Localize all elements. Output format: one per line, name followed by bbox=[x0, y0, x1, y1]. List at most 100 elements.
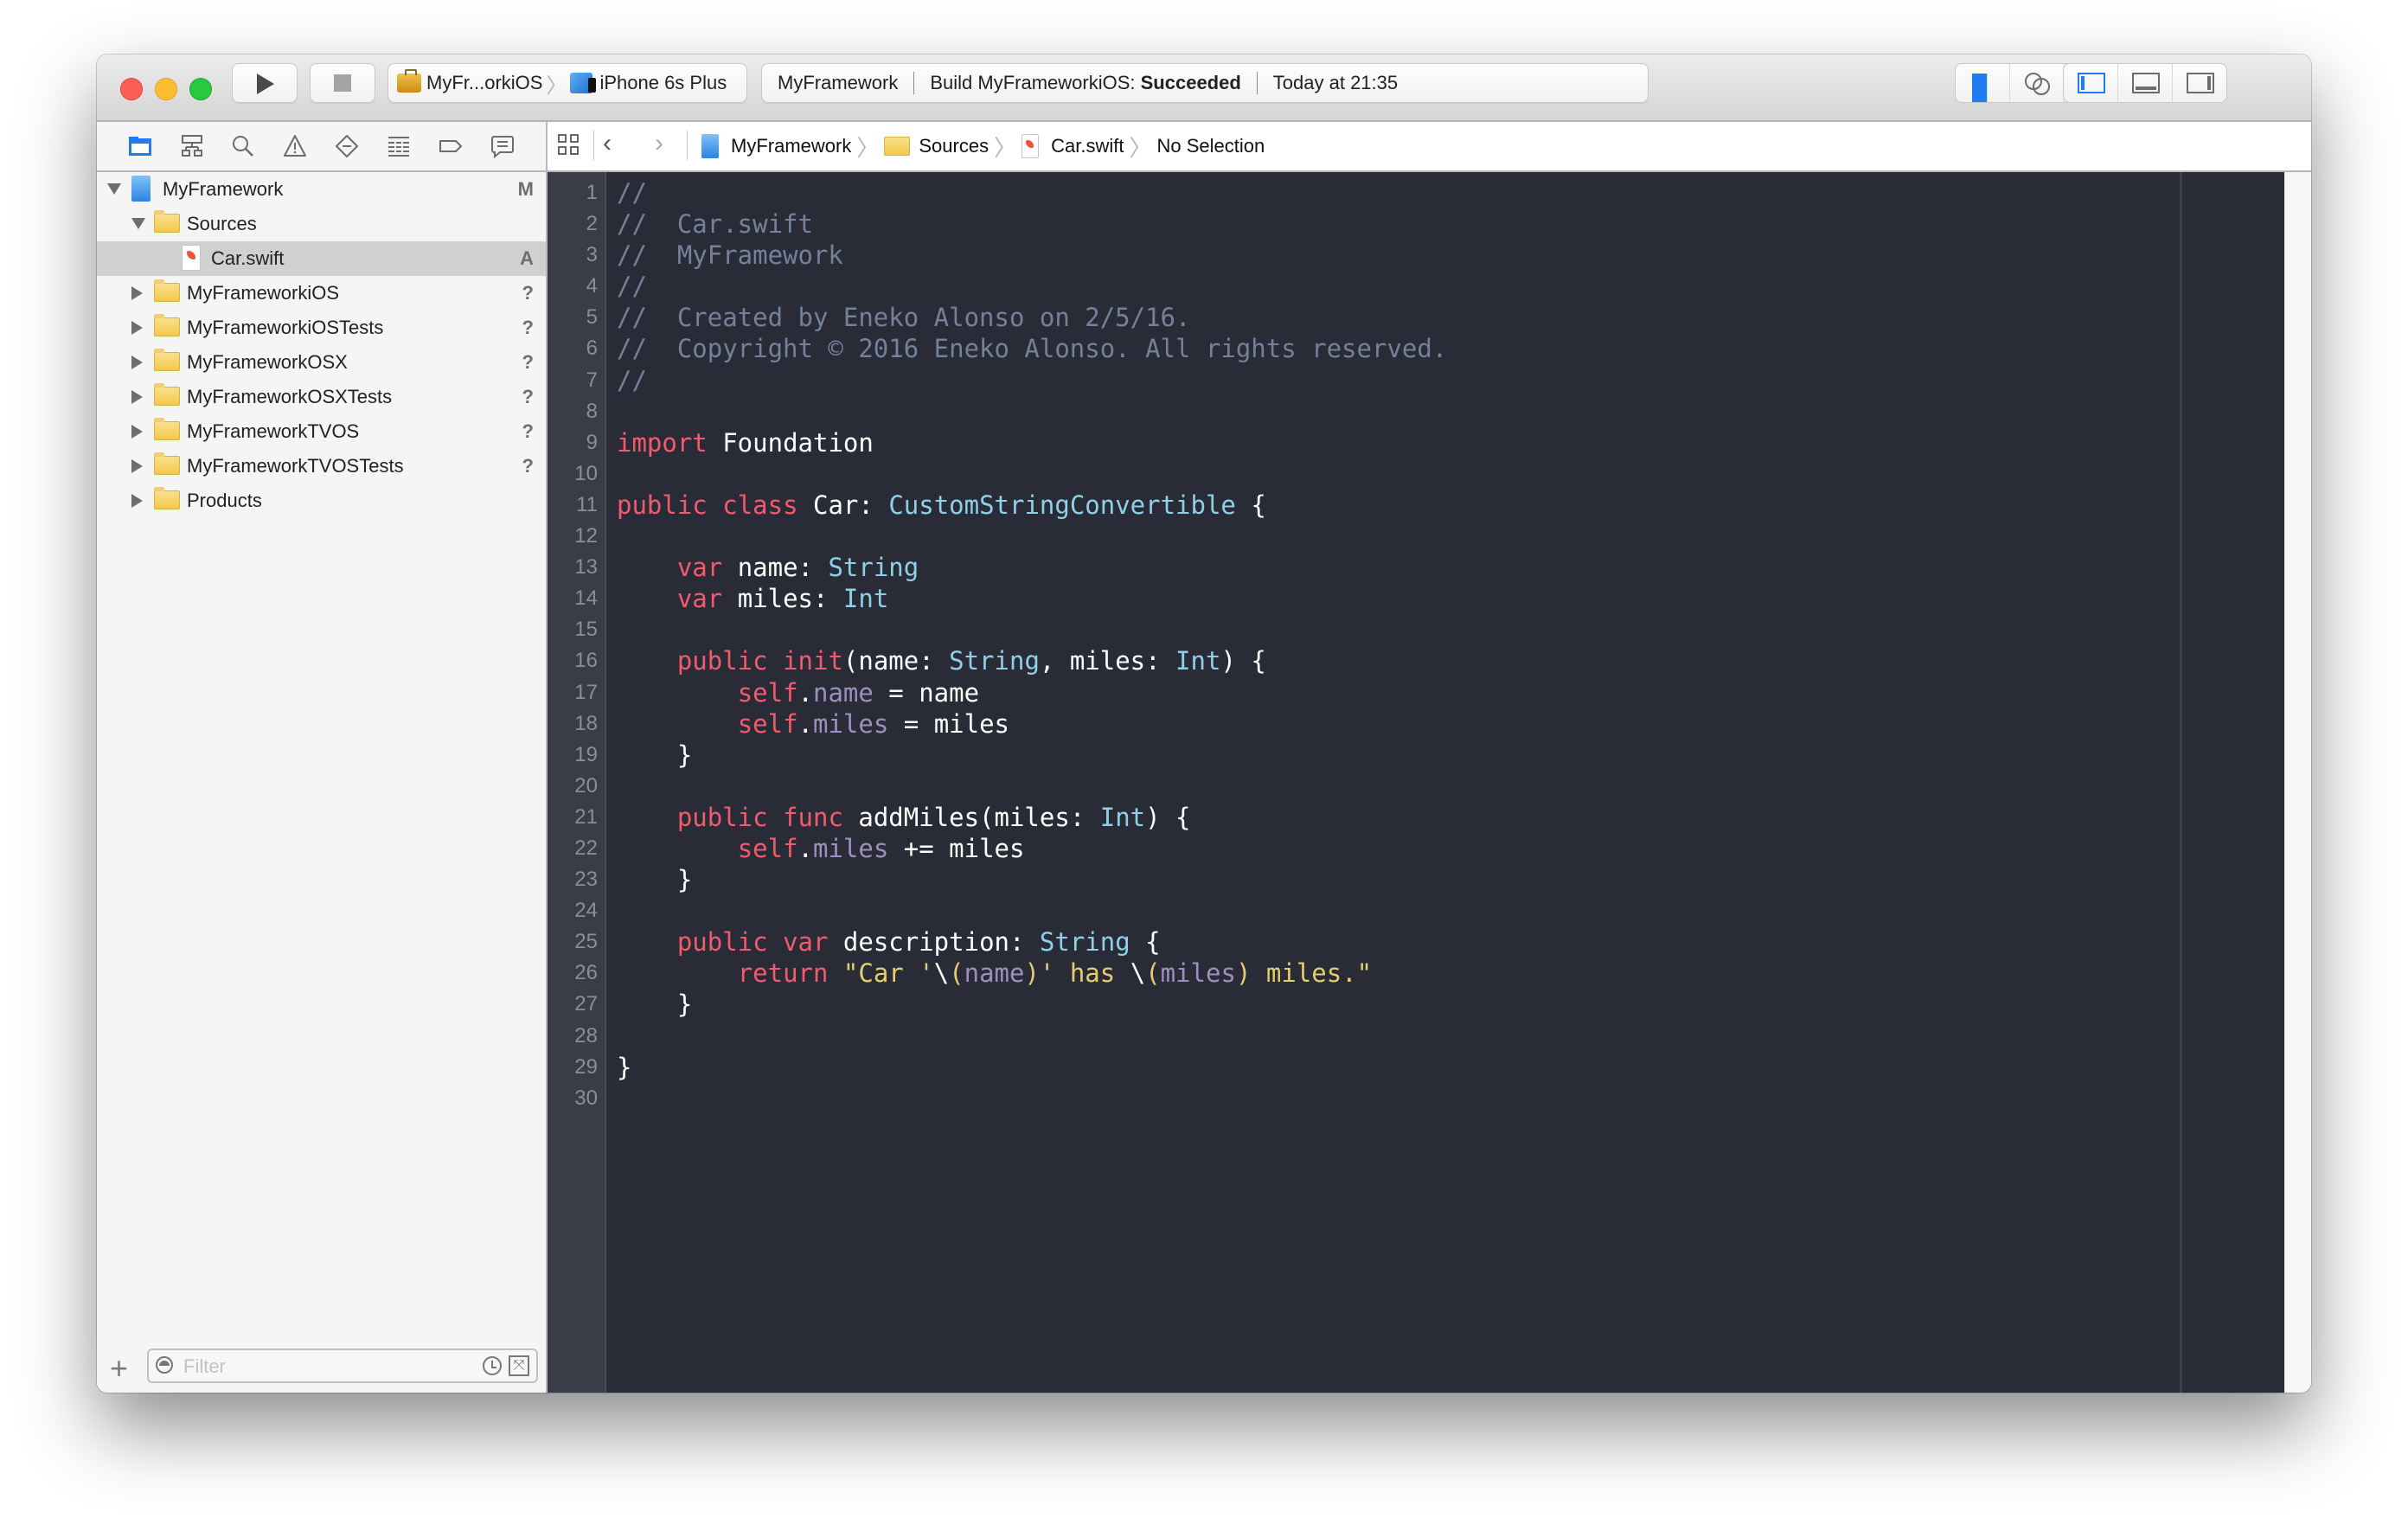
test-navigator-tab-diamond-icon[interactable] bbox=[335, 134, 359, 158]
code-line: 6 // Copyright © 2016 Eneko Alonso. All r… bbox=[548, 333, 2174, 364]
issue-navigator-tab-warning-icon[interactable] bbox=[283, 134, 307, 158]
back-arrow-icon[interactable]: ‹ bbox=[603, 129, 612, 158]
file-tree-item[interactable]: Products bbox=[97, 484, 546, 518]
code-line: 13 var name: String bbox=[548, 552, 2174, 583]
disclosure-collapsed-icon[interactable] bbox=[131, 459, 143, 473]
file-tree-item[interactable]: MyFrameworkOSXTests? bbox=[97, 380, 546, 414]
code-line: 30 bbox=[548, 1083, 2174, 1114]
breadcrumb-folder[interactable]: Sources bbox=[919, 135, 989, 157]
scheme-target[interactable]: MyFr...orkiOS bbox=[426, 72, 542, 94]
code-text: public class Car: CustomStringConvertibl… bbox=[617, 490, 1266, 521]
file-tree-item[interactable]: MyFrameworkiOS? bbox=[97, 276, 546, 311]
line-number: 13 bbox=[574, 555, 598, 580]
code-token-kw: import bbox=[617, 427, 708, 458]
code-token-prop: name bbox=[813, 677, 874, 708]
toolbar: MyFr...orkiOS 〉 iPhone 6s Plus MyFramewo… bbox=[97, 54, 2311, 122]
activity-status: Build MyFrameworkiOS: Succeeded bbox=[914, 72, 1256, 94]
zoom-window-button[interactable] bbox=[189, 78, 212, 100]
toggle-utilities-button[interactable] bbox=[2173, 64, 2226, 102]
code-text: self.name = name bbox=[617, 677, 979, 708]
disclosure-collapsed-icon[interactable] bbox=[131, 286, 143, 300]
file-tree-item[interactable]: Car.swift A bbox=[97, 241, 546, 276]
file-tree-item[interactable]: MyFrameworkiOSTests? bbox=[97, 311, 546, 345]
report-navigator-tab-speech-bubble-icon[interactable] bbox=[490, 134, 515, 158]
file-tree-item-label: MyFrameworkiOS bbox=[187, 282, 340, 304]
file-tree-item[interactable]: MyFrameworkTVOS? bbox=[97, 414, 546, 449]
file-tree-item[interactable]: Sources bbox=[97, 207, 546, 241]
xcode-window: MyFr...orkiOS 〉 iPhone 6s Plus MyFramewo… bbox=[97, 54, 2311, 1393]
code-token-kw: self bbox=[737, 677, 798, 708]
line-number: 28 bbox=[574, 1023, 598, 1047]
disclosure-collapsed-icon[interactable] bbox=[131, 356, 143, 369]
line-number: 20 bbox=[574, 773, 598, 798]
project-navigator-tab-folder-icon[interactable] bbox=[128, 134, 152, 158]
file-tree-item[interactable]: MyFrameworkTVOSTests? bbox=[97, 449, 546, 484]
code-token-plain: } bbox=[617, 740, 693, 770]
minimize-window-button[interactable] bbox=[155, 78, 177, 100]
file-tree-item[interactable]: MyFrameworkOSX? bbox=[97, 345, 546, 380]
disclosure-expanded-icon[interactable] bbox=[107, 183, 121, 195]
scheme-selector[interactable]: MyFr...orkiOS 〉 iPhone 6s Plus bbox=[387, 63, 747, 103]
code-line: 28 bbox=[548, 1021, 2174, 1052]
project-navigator: MyFramework M Sources Car.swift A MyFramework… bbox=[97, 122, 548, 1393]
line-number: 26 bbox=[574, 961, 598, 985]
code-token-comment: // bbox=[617, 178, 647, 208]
chevron-right-icon: 〉 bbox=[546, 74, 567, 98]
toggle-navigator-button[interactable] bbox=[2064, 64, 2118, 102]
source-control-filter-icon[interactable]: ⤧ bbox=[509, 1355, 529, 1376]
disclosure-collapsed-icon[interactable] bbox=[131, 390, 143, 404]
filter-input[interactable] bbox=[182, 1354, 445, 1380]
find-navigator-tab-search-icon[interactable] bbox=[231, 134, 255, 158]
line-number: 5 bbox=[586, 305, 598, 330]
filter-field[interactable]: ⤧ bbox=[147, 1348, 538, 1383]
breadcrumb-project[interactable]: MyFramework bbox=[731, 135, 851, 157]
close-window-button[interactable] bbox=[120, 78, 143, 100]
file-tree-item-label: Products bbox=[187, 490, 262, 511]
chevron-right-icon: 〉 bbox=[994, 134, 1017, 161]
code-line: 18 self.miles = miles bbox=[548, 708, 2174, 740]
stop-button[interactable] bbox=[310, 63, 375, 103]
disclosure-collapsed-icon[interactable] bbox=[131, 321, 143, 335]
disclosure-collapsed-icon[interactable] bbox=[131, 425, 143, 439]
folder-icon bbox=[154, 279, 180, 302]
toggle-debug-area-button[interactable] bbox=[2118, 64, 2173, 102]
add-file-button[interactable]: + bbox=[110, 1353, 128, 1384]
line-number: 12 bbox=[574, 524, 598, 548]
code-token-plain: Foundation bbox=[707, 427, 874, 458]
breakpoint-navigator-tab-tag-icon[interactable] bbox=[439, 134, 463, 158]
breadcrumb-file[interactable]: Car.swift bbox=[1051, 135, 1124, 157]
file-tree-item[interactable]: MyFramework M bbox=[97, 172, 546, 207]
run-button[interactable] bbox=[232, 63, 298, 103]
code-token-comment: // Created by Eneko Alonso on 2/5/16. bbox=[617, 303, 1191, 333]
breadcrumb-symbol[interactable]: No Selection bbox=[1156, 135, 1265, 157]
code-token-str: ) miles." bbox=[1235, 958, 1373, 989]
disclosure-expanded-icon[interactable] bbox=[131, 218, 145, 229]
code-token-comment: // Car.swift bbox=[617, 209, 813, 240]
editor-scrollbar[interactable] bbox=[2284, 172, 2311, 1393]
debug-navigator-tab-list-icon[interactable] bbox=[387, 134, 411, 158]
debug-area-panel-icon bbox=[2132, 73, 2160, 93]
standard-editor-button[interactable] bbox=[1956, 64, 2010, 102]
line-number: 6 bbox=[586, 336, 598, 361]
code-line: 21 public func addMiles(miles: Int) { bbox=[548, 802, 2174, 833]
file-tree-item-label: MyFrameworkOSX bbox=[187, 351, 348, 373]
code-text: } bbox=[617, 989, 692, 1020]
code-text: self.miles += miles bbox=[617, 833, 1025, 864]
code-text: // Copyright © 2016 Eneko Alonso. All ri… bbox=[617, 333, 1447, 364]
recent-files-clock-icon[interactable] bbox=[483, 1356, 502, 1375]
forward-arrow-icon[interactable]: › bbox=[655, 129, 663, 158]
symbol-navigator-tab-hierarchy-icon[interactable] bbox=[180, 134, 204, 158]
folder-icon bbox=[154, 452, 180, 475]
device-icon bbox=[570, 73, 597, 93]
source-editor[interactable]: 1 // 2 // Car.swift 3 // MyFramework 4 // 5 // Cr… bbox=[548, 172, 2284, 1393]
source-control-status-badge: ? bbox=[522, 282, 534, 304]
scheme-device[interactable]: iPhone 6s Plus bbox=[599, 72, 727, 94]
code-text: public func addMiles(miles: Int) { bbox=[617, 802, 1191, 833]
assistant-editor-button[interactable] bbox=[2010, 64, 2065, 102]
related-items-grid-icon[interactable] bbox=[558, 134, 580, 157]
disclosure-collapsed-icon[interactable] bbox=[131, 494, 143, 508]
code-token-plain: += miles bbox=[888, 833, 1025, 863]
filter-icon bbox=[156, 1356, 173, 1374]
